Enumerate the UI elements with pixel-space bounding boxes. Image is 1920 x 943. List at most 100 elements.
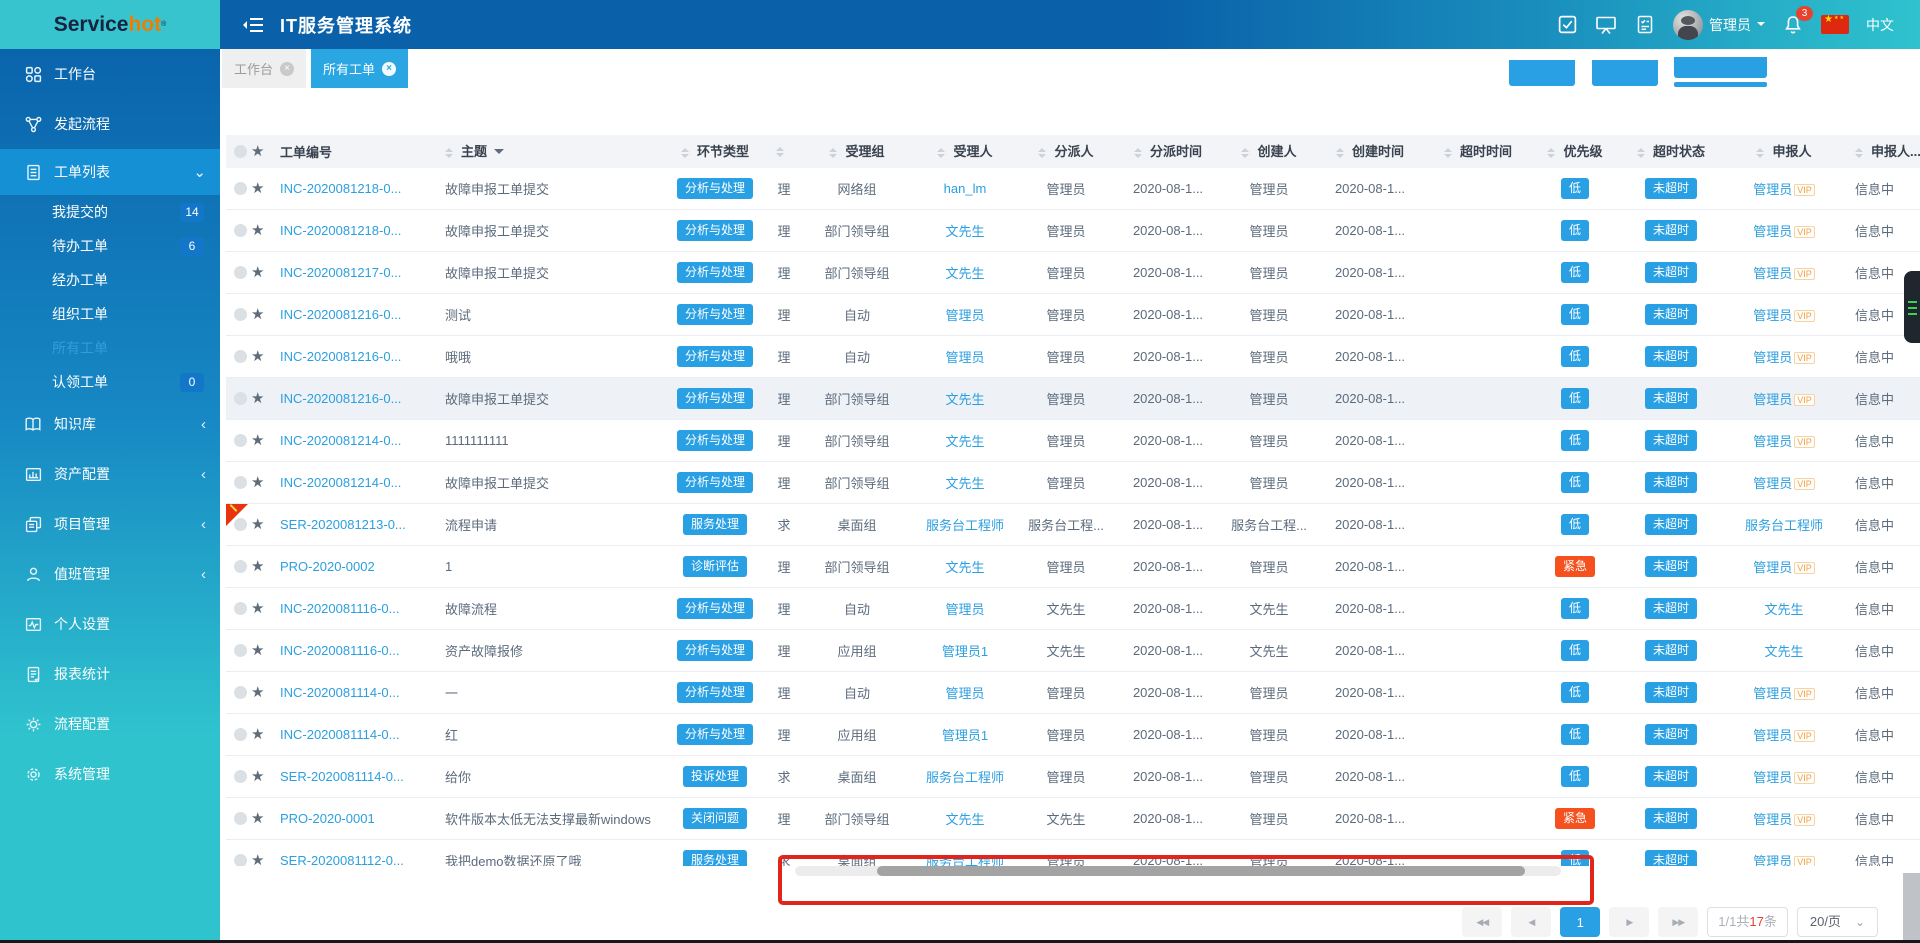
applicant-link[interactable]: 服务台工程师: [1745, 518, 1823, 533]
sort-icon[interactable]: [1443, 144, 1452, 162]
sort-icon[interactable]: [1855, 144, 1863, 162]
ticket-id-link[interactable]: PRO-2020-0002: [280, 559, 375, 574]
favorite-star-icon[interactable]: ★: [251, 349, 264, 364]
handler-link[interactable]: 服务台工程师: [926, 518, 1004, 533]
sidebar-item-workbench[interactable]: 工作台: [0, 49, 220, 99]
column-header[interactable]: 创建时间: [1317, 141, 1423, 162]
handler-link[interactable]: 文先生: [945, 434, 984, 449]
favorite-star-icon[interactable]: ★: [251, 475, 264, 490]
table-row[interactable]: ★ INC-2020081217-0... 故障申报工单提交 分析与处理 理 部门领导组 文…: [226, 252, 1920, 294]
handler-link[interactable]: 文先生: [945, 476, 984, 491]
column-header[interactable]: 分派人: [1017, 141, 1115, 162]
favorite-star-icon[interactable]: ★: [251, 517, 264, 532]
favorite-star-icon[interactable]: ★: [251, 601, 264, 616]
handler-link[interactable]: 管理员1: [942, 644, 988, 659]
favorite-star-icon[interactable]: ★: [251, 391, 264, 406]
ticket-id-link[interactable]: INC-2020081114-0...: [280, 685, 399, 700]
column-header[interactable]: 超时时间: [1423, 141, 1533, 162]
favorite-star-icon[interactable]: ★: [251, 643, 264, 658]
next-page-button[interactable]: ▶: [1609, 907, 1650, 937]
favorite-star-icon[interactable]: ★: [251, 769, 264, 784]
ticket-id-link[interactable]: INC-2020081216-0...: [280, 391, 401, 406]
favorite-star-icon[interactable]: ★: [251, 307, 264, 322]
row-select-radio[interactable]: [234, 602, 247, 615]
row-select-radio[interactable]: [234, 770, 247, 783]
row-select-radio[interactable]: [234, 392, 247, 405]
prev-page-button[interactable]: ◀: [1511, 907, 1552, 937]
applicant-link[interactable]: 管理员: [1753, 686, 1792, 701]
favorite-star-icon[interactable]: ★: [251, 811, 264, 826]
table-row[interactable]: ★ INC-2020081116-0... 资产故障报修 分析与处理 理 应用组 管理员1 文…: [226, 630, 1920, 672]
table-row[interactable]: ★ PRO-2020-0002 1 诊断评估 理 部门领导组 文先生 管理员 2020-08-1…: [226, 546, 1920, 588]
sort-icon[interactable]: [1133, 144, 1142, 162]
close-icon[interactable]: ×: [382, 61, 397, 76]
vertical-scrollbar-thumb[interactable]: [1903, 873, 1920, 940]
clipped-action-button[interactable]: [1509, 60, 1575, 86]
sidebar-item-flow-config[interactable]: 流程配置: [0, 699, 220, 749]
sidebar-item-org-ticket[interactable]: 组织工单: [0, 297, 220, 331]
column-header[interactable]: 工单编号: [272, 142, 435, 161]
favorite-star-icon[interactable]: ★: [251, 853, 264, 866]
close-icon[interactable]: ×: [280, 61, 295, 76]
handler-link[interactable]: 文先生: [945, 224, 984, 239]
ticket-id-link[interactable]: INC-2020081217-0...: [280, 265, 401, 280]
applicant-link[interactable]: 管理员: [1753, 308, 1792, 323]
select-all-radio[interactable]: [234, 145, 247, 158]
ticket-id-link[interactable]: INC-2020081218-0...: [280, 223, 401, 238]
sidebar-item-duty-mgmt[interactable]: 值班管理 ‹: [0, 549, 220, 599]
sort-icon[interactable]: [445, 144, 453, 162]
table-row[interactable]: ★ INC-2020081214-0... 1111111111 分析与处理 理 部门领导…: [226, 420, 1920, 462]
favorite-star-icon[interactable]: ★: [251, 181, 264, 196]
sort-icon[interactable]: [680, 144, 689, 162]
table-row[interactable]: ★ SER-2020081112-0... 我把demo数据还原了哦 服务处理 求 桌面组…: [226, 840, 1920, 866]
handler-link[interactable]: 文先生: [945, 392, 984, 407]
sidebar-item-project-mgmt[interactable]: 项目管理 ‹: [0, 499, 220, 549]
sort-icon[interactable]: [1547, 144, 1556, 162]
table-row[interactable]: ★ INC-2020081114-0... 一 分析与处理 理 自动 管理员 管理员 2020-…: [226, 672, 1920, 714]
favorite-star-icon[interactable]: ★: [251, 144, 264, 159]
notification-bell-icon[interactable]: 3: [1782, 5, 1813, 36]
applicant-link[interactable]: 管理员: [1753, 182, 1792, 197]
applicant-link[interactable]: 管理员: [1753, 770, 1792, 785]
handler-link[interactable]: 服务台工程师: [926, 770, 1004, 785]
applicant-link[interactable]: 管理员: [1753, 812, 1792, 827]
table-row[interactable]: ★ INC-2020081114-0... 红 分析与处理 理 应用组 管理员1 管理员 202…: [226, 714, 1920, 756]
handler-link[interactable]: 文先生: [945, 560, 984, 575]
column-header[interactable]: 创建人: [1221, 141, 1317, 162]
checklist-icon[interactable]: [1634, 14, 1656, 36]
row-select-radio[interactable]: [234, 224, 247, 237]
row-select-radio[interactable]: [234, 308, 247, 321]
handler-link[interactable]: 文先生: [945, 812, 984, 827]
column-header[interactable]: 申报人...: [1843, 141, 1920, 162]
ticket-id-link[interactable]: INC-2020081216-0...: [280, 349, 401, 364]
filter-caret-icon[interactable]: [494, 149, 505, 159]
favorite-star-icon[interactable]: ★: [251, 685, 264, 700]
table-row[interactable]: ★ INC-2020081216-0... 哦哦 分析与处理 理 自动 管理员 管理员 2020…: [226, 336, 1920, 378]
sidebar-item-knowledge[interactable]: 知识库 ‹: [0, 399, 220, 449]
row-select-radio[interactable]: [234, 350, 247, 363]
handler-link[interactable]: 文先生: [945, 266, 984, 281]
ticket-id-link[interactable]: SER-2020081213-0...: [280, 517, 406, 532]
applicant-link[interactable]: 管理员: [1753, 434, 1792, 449]
table-row[interactable]: ★ INC-2020081214-0... 故障申报工单提交 分析与处理 理 部门领导组 文…: [226, 462, 1920, 504]
sidebar-item-personal-set[interactable]: 个人设置: [0, 599, 220, 649]
page-size-select[interactable]: 20/页 ⌄: [1796, 907, 1878, 937]
row-select-radio[interactable]: [234, 812, 247, 825]
page-number-button[interactable]: 1: [1560, 907, 1601, 937]
last-page-button[interactable]: ▶▶: [1658, 907, 1699, 937]
row-select-radio[interactable]: [234, 644, 247, 657]
table-row[interactable]: ★ PRO-2020-0001 软件版本太低无法支撑最新windows 关闭问题 理 部门…: [226, 798, 1920, 840]
ticket-id-link[interactable]: SER-2020081114-0...: [280, 769, 404, 784]
applicant-link[interactable]: 管理员: [1753, 224, 1792, 239]
applicant-link[interactable]: 管理员: [1753, 854, 1792, 866]
applicant-link[interactable]: 管理员: [1753, 350, 1792, 365]
row-select-radio[interactable]: [234, 182, 247, 195]
row-select-radio[interactable]: [234, 266, 247, 279]
row-select-radio[interactable]: [234, 434, 247, 447]
sort-icon[interactable]: [829, 144, 838, 162]
scroll-minimap[interactable]: [1904, 271, 1920, 343]
sidebar-item-start-flow[interactable]: 发起流程: [0, 99, 220, 149]
handler-link[interactable]: 管理员: [945, 686, 984, 701]
column-header[interactable]: 环节类型: [663, 141, 767, 162]
first-page-button[interactable]: ◀◀: [1462, 907, 1503, 937]
